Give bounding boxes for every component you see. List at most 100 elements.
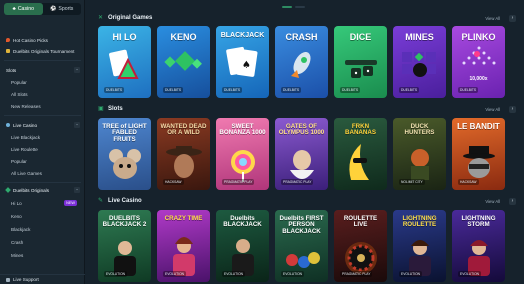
arrow-right-icon[interactable]: › <box>509 197 516 205</box>
dice-art <box>344 60 377 78</box>
chevron-up-icon[interactable]: ⌃ <box>74 67 80 73</box>
tab-sports-label: Sports <box>58 6 74 12</box>
provider-label: EVOLUTION <box>222 271 246 277</box>
game-tile-frkn-bananas[interactable]: FRKN BANANAS <box>334 118 387 190</box>
sidebar-item-all-live-games[interactable]: All Live Games <box>0 168 85 178</box>
sidebar-item-label: Live Blackjack <box>11 134 41 140</box>
host-art <box>467 240 490 276</box>
sidebar-item-label: All Live Games <box>11 170 42 176</box>
pager-dot[interactable] <box>295 6 305 8</box>
game-tile-wanted-dead[interactable]: WANTED DEAD OR A WILD HACKSAW <box>157 118 210 190</box>
sidebar-item-label: Mines <box>11 252 24 258</box>
game-tile-roulette-live[interactable]: ROULETTE LIVE PRAGMATIC PLAY <box>334 210 387 282</box>
game-tile-duck-hunters[interactable]: DUCK HUNTERS NOLIMIT CITY <box>393 118 446 190</box>
rocket-art <box>290 52 311 78</box>
game-tile-dice[interactable]: DICE DUELBITS <box>334 26 387 98</box>
sidebar-item-originals-tournament[interactable]: Duelbits Originals Tournament <box>0 46 85 56</box>
view-all-link[interactable]: View All <box>485 107 500 112</box>
duck-hunter-art <box>410 149 429 180</box>
game-title: ROULETTE LIVE <box>343 215 378 229</box>
game-tile-duelbits-blackjack-2[interactable]: DUELBITS BLACKJACK 2 EVOLUTION <box>98 210 151 282</box>
game-tile-plinko[interactable]: PLINKO 10,000x DUELBITS <box>452 26 505 98</box>
sidebar-group-label: Slots <box>6 67 17 73</box>
game-tile-tree-of-light[interactable]: TREE of LIGHT FABLED FRUITS <box>98 118 151 190</box>
provider-label: PRAGMATIC PLAY <box>222 179 255 185</box>
game-tile-lightning-roulette[interactable]: LIGHTNING ROULETTE EVOLUTION <box>393 210 446 282</box>
game-tile-lightning-storm[interactable]: LIGHTNING STORM EVOLUTION <box>452 210 505 282</box>
tab-casino[interactable]: ♣ Casino <box>4 3 43 15</box>
game-tile-mines[interactable]: MINES DUELBITS <box>393 26 446 98</box>
view-all-link[interactable]: View All <box>485 16 500 21</box>
sidebar-group-slots[interactable]: Slots ⌃ <box>0 65 85 75</box>
provider-label: NOLIMIT CITY <box>399 179 425 185</box>
arrow-right-icon[interactable]: › <box>509 105 516 113</box>
sidebar-item-live-popular[interactable]: Popular <box>0 156 85 166</box>
hi-lo-art <box>108 49 139 79</box>
game-tile-gates-of-olympus[interactable]: GATES OF OLYMPUS 1000 PRAGMATIC PLAY <box>275 118 328 190</box>
game-title: HI LO <box>112 32 137 42</box>
lollipop-art <box>230 150 255 182</box>
game-tile-crash[interactable]: CRASH DUELBITS <box>275 26 328 98</box>
game-title: LIGHTNING STORM <box>461 215 496 229</box>
sidebar-item-label: Popular <box>11 79 27 85</box>
game-title: SWEET BONANZA 1000 <box>219 123 266 137</box>
game-tile-keno[interactable]: KENO DUELBITS <box>157 26 210 98</box>
game-title: CRAZY TIME <box>164 215 203 222</box>
game-tile-le-bandit[interactable]: LE BANDIT HACKSAW <box>452 118 505 190</box>
sidebar-group-live-casino[interactable]: Live Casino ⌃ <box>0 120 85 130</box>
sidebar-item-new-releases[interactable]: New Releases <box>0 101 85 111</box>
game-tile-hi-lo[interactable]: HI LO DUELBITS <box>98 26 151 98</box>
sidebar-item-hot-casino-picks[interactable]: Hot Casino Picks <box>0 35 85 45</box>
sidebar-item-live-blackjack[interactable]: Live Blackjack <box>0 132 85 142</box>
originals-icon <box>5 187 11 193</box>
games-row-live-casino: DUELBITS BLACKJACK 2 EVOLUTION CRAZY TIM… <box>98 210 505 282</box>
provider-label: EVOLUTION <box>104 271 128 277</box>
sidebar-item-crash[interactable]: Crash <box>0 237 85 247</box>
sidebar-item-mines[interactable]: Mines <box>0 250 85 260</box>
tab-sports[interactable]: ⚽ Sports <box>43 3 82 15</box>
cowboy-art <box>165 146 202 178</box>
section-header-original-games: ✕ Original Games View All › <box>98 13 518 23</box>
sidebar-divider <box>4 182 81 183</box>
game-tile-duelbits-blackjack[interactable]: Duelbits BLACKJACK EVOLUTION <box>216 210 269 282</box>
game-title: FRKN BANANAS <box>345 123 376 137</box>
sidebar-item-blackjack[interactable]: Blackjack <box>0 224 85 234</box>
sidebar-item-live-roulette[interactable]: Live Roulette <box>0 144 85 154</box>
view-all-link[interactable]: View All <box>485 199 500 204</box>
sidebar-group-originals[interactable]: Duelbits Originals ⌃ <box>0 185 85 195</box>
plinko-pegs-art <box>462 46 495 65</box>
game-title: TREE of LIGHT FABLED FRUITS <box>102 123 147 143</box>
game-tile-sweet-bonanza[interactable]: SWEET BONANZA 1000 PRAGMATIC PLAY <box>216 118 269 190</box>
sidebar-group-label: Duelbits Originals <box>13 187 49 193</box>
pager-dot[interactable] <box>282 6 292 8</box>
svg-text:♠: ♠ <box>242 60 251 71</box>
provider-label: HACKSAW <box>458 179 479 185</box>
live-support-button[interactable]: Live Support <box>0 274 85 284</box>
game-title: LE BANDIT <box>457 122 500 131</box>
trophy-icon <box>6 49 10 53</box>
game-title: DICE <box>349 32 372 42</box>
game-tile-crazy-time[interactable]: CRAZY TIME EVOLUTION <box>157 210 210 282</box>
provider-label: DUELBITS <box>281 87 302 93</box>
sidebar-item-slots-popular[interactable]: Popular <box>0 77 85 87</box>
chips-art <box>285 252 320 268</box>
arrow-right-icon[interactable]: › <box>509 14 516 22</box>
game-tile-first-person-blackjack[interactable]: Duelbits FIRST PERSON BLACKJACK EVOLUTIO… <box>275 210 328 282</box>
provider-label: PRAGMATIC PLAY <box>340 271 373 277</box>
sidebar-item-hi-lo[interactable]: Hi Lo NEW <box>0 198 85 208</box>
game-title: DUELBITS BLACKJACK 2 <box>102 215 147 229</box>
sidebar-group-label: Live Casino <box>13 122 38 128</box>
originals-icon: ✕ <box>98 15 104 21</box>
game-title: KENO <box>170 32 197 42</box>
game-tile-blackjack[interactable]: BLACKJACK ♠ DUELBITS <box>216 26 269 98</box>
sidebar-item-all-slots[interactable]: All Slots <box>0 89 85 99</box>
sidebar-item-label: All Slots <box>11 91 28 97</box>
provider-label: DUELBITS <box>104 87 125 93</box>
blackjack-cards-art: ♠ <box>225 46 257 77</box>
carousel-pager <box>282 6 305 8</box>
chevron-up-icon[interactable]: ⌃ <box>74 122 80 128</box>
sidebar-item-label: New Releases <box>11 103 41 109</box>
game-title: LIGHTNING ROULETTE <box>402 215 437 229</box>
sidebar-item-keno[interactable]: Keno <box>0 211 85 221</box>
chevron-up-icon[interactable]: ⌃ <box>74 187 80 193</box>
